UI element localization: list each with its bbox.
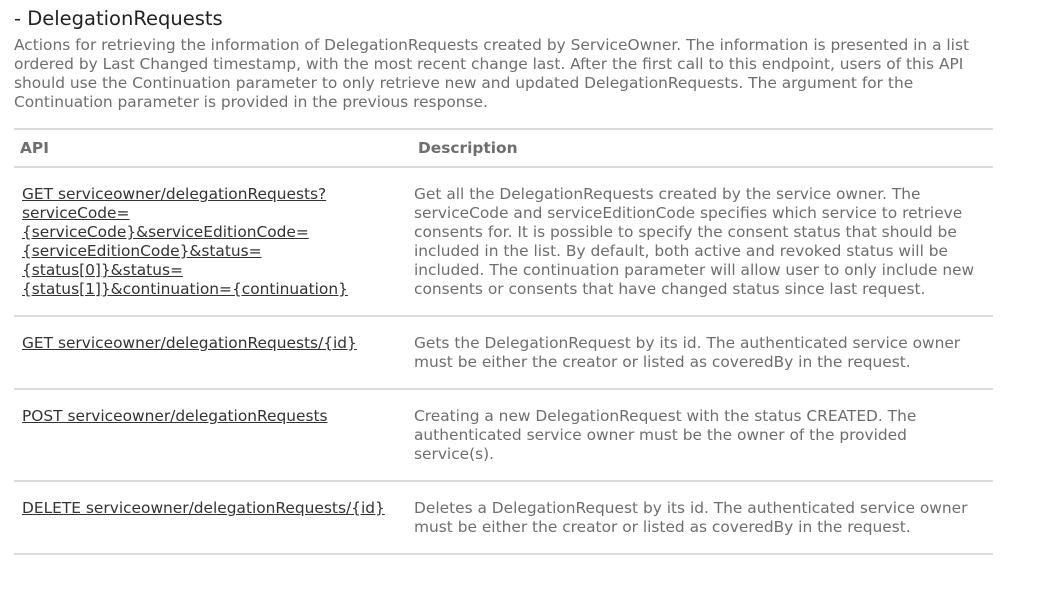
table-header-row: API Description [14, 128, 993, 168]
api-cell: POST serviceowner/delegationRequests [14, 389, 412, 482]
description-cell: Get all the DelegationRequests created b… [412, 167, 993, 317]
api-cell: GET serviceowner/delegationRequests/{id} [14, 316, 412, 390]
table-row: GET serviceowner/delegationRequests?serv… [14, 167, 993, 317]
post-delegation-request-link[interactable]: POST serviceowner/delegationRequests [22, 407, 328, 425]
description-column-header: Description [412, 128, 993, 168]
api-column-header: API [14, 128, 412, 168]
table-row: DELETE serviceowner/delegationRequests/{… [14, 481, 993, 555]
description-cell: Creating a new DelegationRequest with th… [412, 389, 993, 482]
get-delegation-requests-list-link[interactable]: GET serviceowner/delegationRequests?serv… [22, 185, 348, 298]
api-table: API Description GET serviceowner/delegat… [14, 128, 993, 555]
section-title: - DelegationRequests [14, 7, 223, 30]
get-delegation-request-by-id-link[interactable]: GET serviceowner/delegationRequests/{id} [22, 334, 357, 352]
description-cell: Gets the DelegationRequest by its id. Th… [412, 316, 993, 390]
section-description: Actions for retrieving the information o… [14, 36, 969, 111]
table-row: POST serviceowner/delegationRequests Cre… [14, 389, 993, 482]
delete-delegation-request-link[interactable]: DELETE serviceowner/delegationRequests/{… [22, 499, 385, 517]
api-cell: DELETE serviceowner/delegationRequests/{… [14, 481, 412, 555]
description-cell: Deletes a DelegationRequest by its id. T… [412, 481, 993, 555]
table-row: GET serviceowner/delegationRequests/{id}… [14, 316, 993, 390]
delegation-requests-section: - DelegationRequests Actions for retriev… [14, 6, 994, 112]
api-cell: GET serviceowner/delegationRequests?serv… [14, 167, 412, 317]
